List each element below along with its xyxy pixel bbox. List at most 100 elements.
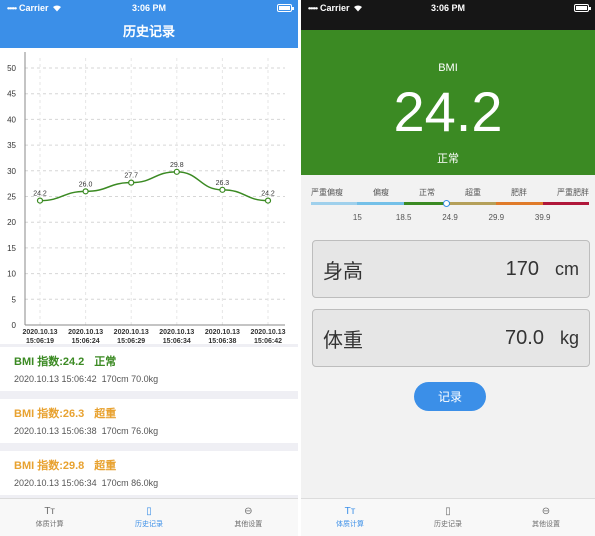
x-tick-label: 2020.10.13 (22, 329, 57, 336)
bmi-label: BMI (438, 62, 458, 74)
x-tick-label: 2020.10.13 (205, 329, 240, 336)
record-title: BMI 指数:26.3 超重 (14, 405, 298, 421)
scale-category-label: 严重肥胖 (557, 188, 589, 197)
scale-value-label: 39.9 (534, 213, 551, 222)
x-tick-label: 2020.10.13 (114, 329, 149, 336)
record-status: 超重 (94, 408, 117, 420)
x-tick-label: 2020.10.13 (250, 329, 285, 336)
scale-value-label: 15 (352, 213, 362, 222)
height-field[interactable]: 身高 170 cm (312, 240, 590, 298)
x-tick-label: 15:06:34 (163, 338, 191, 344)
history-record[interactable]: BMI 指数:24.2 正常 2020.10.13 15:06:42 170cm… (0, 347, 298, 391)
bmi-history-chart: 0 5 10 15 20 25 30 35 40 45 50 24.2 2020.10.13 15:06:… (0, 48, 298, 344)
tab-label: 其他设置 (234, 520, 263, 528)
scale-segment (449, 202, 497, 205)
scale-category-label: 超重 (465, 188, 481, 197)
text-format-icon: Tт (344, 505, 356, 517)
scale-category-label: 严重偏瘦 (311, 188, 343, 197)
header-strip (301, 16, 595, 30)
tab-label: 体质计算 (35, 520, 64, 528)
record-details: 170cm 76.0kg (101, 426, 159, 436)
scale-value-label: 18.5 (395, 213, 412, 222)
record-status: 正常 (94, 356, 117, 368)
scale-segment (311, 202, 358, 205)
x-tick-label: 15:06:24 (72, 338, 100, 344)
tab-history[interactable]: ▯ 历史记录 (399, 499, 497, 536)
scale-categories: 严重偏瘦 偏瘦 正常 超重 肥胖 严重肥胖 (311, 187, 589, 199)
history-doc-icon: ▯ (445, 505, 451, 517)
scale-value-label: 24.9 (442, 213, 458, 222)
scale-category-label: 偏瘦 (373, 188, 389, 197)
weight-value[interactable]: 70.0 (505, 327, 544, 350)
scale-category-label: 肥胖 (511, 188, 527, 197)
y-tick-label: 5 (12, 295, 17, 304)
scale-value-label: 29.9 (488, 213, 505, 222)
calculator-screen: ••••• Carrier 3:06 PM BMI 24.2 正常 严重偏瘦 偏瘦… (301, 0, 595, 536)
scale-segment (542, 202, 589, 205)
y-tick-label: 30 (7, 167, 16, 176)
x-tick-label: 15:06:38 (208, 338, 236, 344)
record-bmi: BMI 指数:26.3 (14, 408, 85, 420)
tab-bar: Tт 体质计算 ▯ 历史记录 ⊖ 其他设置 (0, 498, 298, 536)
y-tick-label: 40 (7, 115, 16, 124)
scale-category-label: 正常 (419, 188, 435, 197)
height-unit: cm (555, 258, 579, 279)
more-circle-icon: ⊖ (541, 505, 551, 517)
x-tick-label: 15:06:19 (26, 338, 54, 344)
data-label: 29.8 (170, 162, 184, 169)
data-point (128, 179, 135, 186)
page-title: 历史记录 (0, 16, 298, 48)
data-point (219, 186, 226, 193)
bmi-status: 正常 (437, 153, 459, 165)
record-time: 2020.10.13 15:06:42 (14, 374, 97, 384)
record-time: 2020.10.13 15:06:34 (14, 478, 97, 488)
battery-icon (277, 4, 294, 12)
bmi-scale: 严重偏瘦 偏瘦 正常 超重 肥胖 严重肥胖 15 18.5 24.9 29.9 39.9 (311, 187, 589, 225)
tab-label: 体质计算 (336, 520, 364, 528)
tab-settings[interactable]: ⊖ 其他设置 (199, 499, 298, 536)
data-point (264, 197, 272, 204)
data-point (36, 197, 44, 204)
y-tick-label: 0 (12, 321, 17, 330)
text-format-icon: Tт (44, 505, 56, 517)
data-point (82, 188, 89, 195)
y-tick-label: 50 (7, 64, 16, 73)
height-value[interactable]: 170 (506, 258, 539, 281)
data-label: 24.2 (261, 191, 275, 198)
height-label: 身高 (323, 260, 363, 283)
tab-label: 历史记录 (134, 520, 163, 528)
record-button[interactable]: 记录 (414, 382, 486, 411)
bmi-line-chart: 0 5 10 15 20 25 30 35 40 45 50 24.2 2020.10.13 15:06:… (7, 52, 286, 344)
tab-body-calc[interactable]: Tт 体质计算 (301, 499, 399, 536)
tab-settings[interactable]: ⊖ 其他设置 (497, 499, 595, 536)
y-tick-label: 25 (7, 193, 16, 202)
record-subtitle: 2020.10.13 15:06:42 170cm 70.0kg (14, 374, 298, 384)
status-time: 3:06 PM (430, 3, 465, 13)
data-label: 26.3 (216, 180, 230, 187)
tab-label: 历史记录 (434, 520, 462, 528)
weight-field[interactable]: 体重 70.0 kg (312, 309, 590, 367)
tab-history[interactable]: ▯ 历史记录 (99, 499, 198, 536)
more-circle-icon: ⊖ (244, 505, 253, 517)
record-bmi: BMI 指数:29.8 (14, 460, 85, 472)
record-time: 2020.10.13 15:06:38 (14, 426, 97, 436)
history-screen: ••••• Carrier 3:06 PM 历史记录 0 5 10 15 20 25 30 3… (0, 0, 298, 536)
y-tick-label: 10 (7, 270, 16, 279)
y-tick-label: 15 (7, 244, 16, 253)
bmi-value: 24.2 (393, 80, 503, 143)
data-label: 24.2 (33, 191, 47, 198)
scale-segment (496, 202, 543, 205)
x-tick-label: 2020.10.13 (159, 329, 194, 336)
tab-body-calc[interactable]: Tт 体质计算 (0, 499, 99, 536)
status-bar: ••••• Carrier 3:06 PM (0, 0, 298, 16)
tab-bar: Tт 体质计算 ▯ 历史记录 ⊖ 其他设置 (301, 498, 595, 536)
weight-unit: kg (559, 327, 579, 348)
x-tick-label: 2020.10.13 (68, 329, 103, 336)
battery-icon (574, 4, 591, 12)
history-record[interactable]: BMI 指数:29.8 超重 2020.10.13 15:06:34 170cm… (0, 451, 298, 495)
record-details: 170cm 86.0kg (101, 478, 159, 488)
history-record[interactable]: BMI 指数:26.3 超重 2020.10.13 15:06:38 170cm… (0, 399, 298, 443)
data-point (173, 168, 180, 175)
y-tick-label: 35 (7, 141, 16, 150)
scale-marker (442, 200, 450, 207)
